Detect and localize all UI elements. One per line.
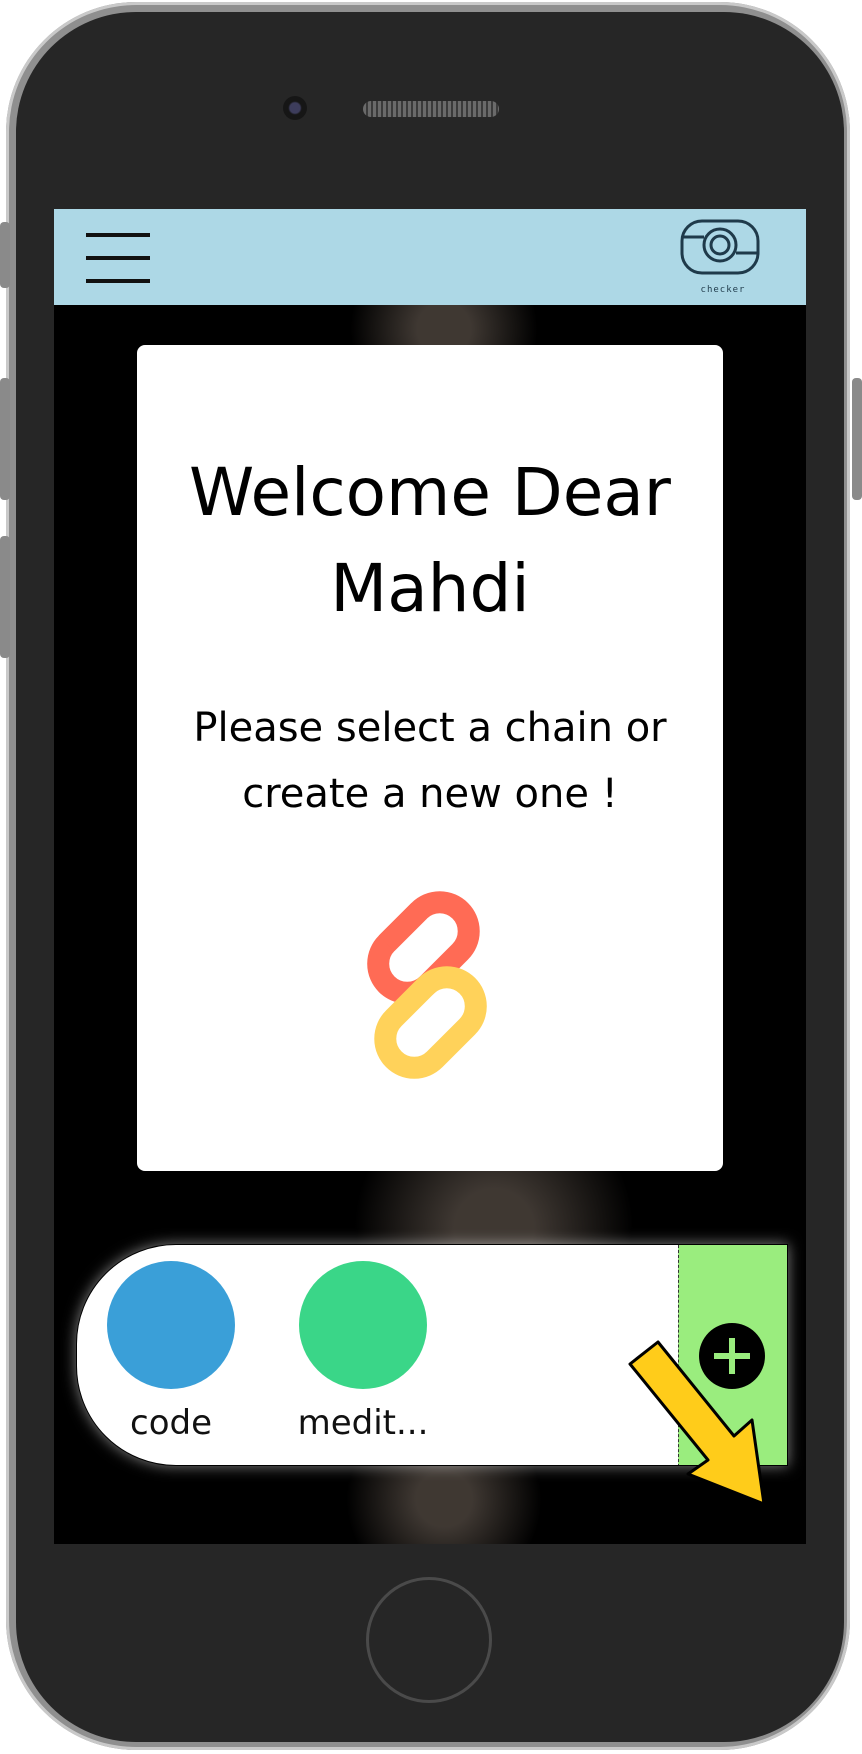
chain-label: code <box>130 1403 212 1443</box>
welcome-subtitle-line1: Please select a chain or <box>193 705 667 751</box>
app-header: checker <box>54 209 806 305</box>
chain-circle <box>299 1261 427 1389</box>
logo-text: checker <box>700 285 746 295</box>
chain-item-code[interactable]: code <box>101 1261 241 1461</box>
welcome-subtitle: Please select a chain or create a new on… <box>137 695 723 827</box>
chain-circle <box>107 1261 235 1389</box>
side-button-volume-down <box>0 536 10 658</box>
chain-link-icon <box>367 891 487 1079</box>
welcome-title-line2: Mahdi <box>330 550 530 627</box>
chain-label: medit... <box>297 1403 429 1443</box>
hamburger-menu-icon[interactable] <box>86 233 150 283</box>
earpiece-speaker <box>363 101 499 117</box>
welcome-card: Welcome Dear Mahdi Please select a chain… <box>137 345 723 1171</box>
side-button-volume-up <box>0 378 10 500</box>
side-button-mute <box>0 222 10 288</box>
front-camera <box>283 96 307 120</box>
checker-logo: checker <box>678 215 768 301</box>
welcome-title: Welcome Dear Mahdi <box>137 445 723 637</box>
home-button[interactable] <box>366 1577 492 1703</box>
welcome-title-line1: Welcome Dear <box>189 454 671 531</box>
chain-item-meditation[interactable]: medit... <box>293 1261 433 1461</box>
logo-icon <box>680 219 760 275</box>
welcome-subtitle-line2: create a new one ! <box>242 771 618 817</box>
app-screen: checker Welcome Dear Mahdi Please select… <box>54 209 806 1544</box>
side-button-power <box>852 378 862 500</box>
arrow-icon <box>628 1340 766 1506</box>
